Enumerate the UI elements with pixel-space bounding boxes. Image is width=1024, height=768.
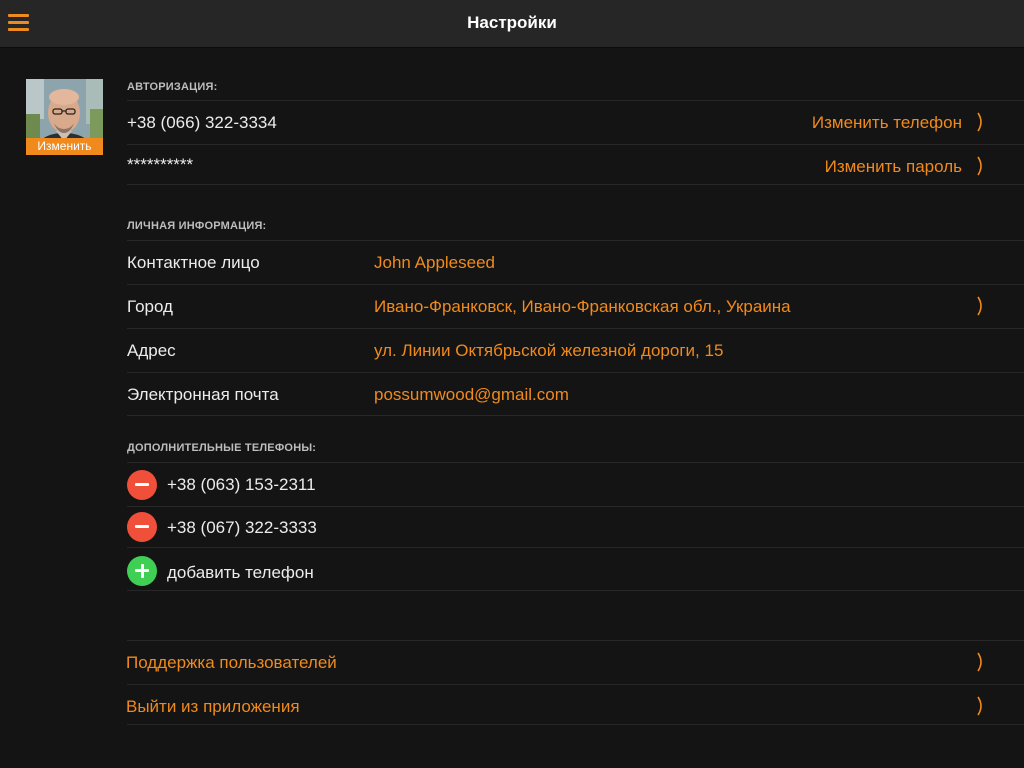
page-title: Настройки bbox=[467, 13, 557, 32]
contact-label: Контактное лицо bbox=[127, 253, 260, 272]
add-phone-row[interactable]: добавить телефон bbox=[127, 547, 1024, 591]
minus-icon bbox=[135, 525, 149, 528]
personal-row-address[interactable]: Адрес ул. Линии Октябрьской железной дор… bbox=[127, 328, 1024, 372]
address-value: ул. Линии Октябрьской железной дороги, 1… bbox=[374, 341, 724, 360]
avatar[interactable]: Изменить bbox=[26, 79, 103, 155]
auth-phone: +38 (066) 322-3334 bbox=[127, 113, 277, 132]
avatar-change-button[interactable]: Изменить bbox=[26, 138, 103, 155]
contact-value: John Appleseed bbox=[374, 253, 495, 272]
add-phone-label: добавить телефон bbox=[167, 563, 314, 582]
chevron-right-icon[interactable] bbox=[976, 111, 986, 133]
logout-link[interactable]: Выйти из приложения bbox=[126, 697, 300, 717]
email-value: possumwood@gmail.com bbox=[374, 385, 569, 404]
extra-phone-number: +38 (063) 153-2311 bbox=[167, 475, 316, 494]
auth-section-title: АВТОРИЗАЦИЯ: bbox=[127, 81, 218, 93]
address-label: Адрес bbox=[127, 341, 176, 360]
personal-row-city[interactable]: Город Ивано-Франковск, Ивано-Франковская… bbox=[127, 284, 1024, 328]
logout-row[interactable]: Выйти из приложения bbox=[126, 684, 1024, 725]
chevron-right-icon[interactable] bbox=[976, 651, 986, 673]
personal-row-contact[interactable]: Контактное лицо John Appleseed bbox=[127, 240, 1024, 284]
change-password-link[interactable]: Изменить пароль bbox=[825, 157, 962, 177]
extra-phone-number: +38 (067) 322-3333 bbox=[167, 518, 317, 537]
city-value: Ивано-Франковск, Ивано-Франковская обл.,… bbox=[374, 297, 791, 316]
top-bar: Настройки bbox=[0, 0, 1024, 48]
extra-phone-row: +38 (067) 322-3333 bbox=[127, 506, 1024, 547]
change-phone-link[interactable]: Изменить телефон bbox=[812, 113, 962, 133]
personal-section-title: ЛИЧНАЯ ИНФОРМАЦИЯ: bbox=[127, 220, 267, 232]
remove-phone-button[interactable] bbox=[127, 512, 157, 542]
auth-password-row: ********** Изменить пароль bbox=[127, 144, 1024, 185]
auth-phone-row: +38 (066) 322-3334 Изменить телефон bbox=[127, 100, 1024, 144]
add-phone-button[interactable] bbox=[127, 556, 157, 586]
chevron-right-icon[interactable] bbox=[976, 155, 986, 177]
support-row[interactable]: Поддержка пользователей bbox=[126, 640, 1024, 684]
remove-phone-button[interactable] bbox=[127, 470, 157, 500]
extra-phone-row: +38 (063) 153-2311 bbox=[127, 462, 1024, 506]
email-label: Электронная почта bbox=[127, 385, 279, 404]
chevron-right-icon[interactable] bbox=[976, 295, 986, 317]
minus-icon bbox=[135, 483, 149, 486]
password-mask: ********** bbox=[127, 155, 194, 174]
support-link[interactable]: Поддержка пользователей bbox=[126, 653, 337, 673]
plus-icon-vertical bbox=[140, 564, 144, 578]
personal-row-email[interactable]: Электронная почта possumwood@gmail.com bbox=[127, 372, 1024, 416]
chevron-right-icon[interactable] bbox=[976, 695, 986, 717]
extra-phones-section-title: ДОПОЛНИТЕЛЬНЫЕ ТЕЛЕФОНЫ: bbox=[127, 442, 317, 454]
city-label: Город bbox=[127, 297, 173, 316]
